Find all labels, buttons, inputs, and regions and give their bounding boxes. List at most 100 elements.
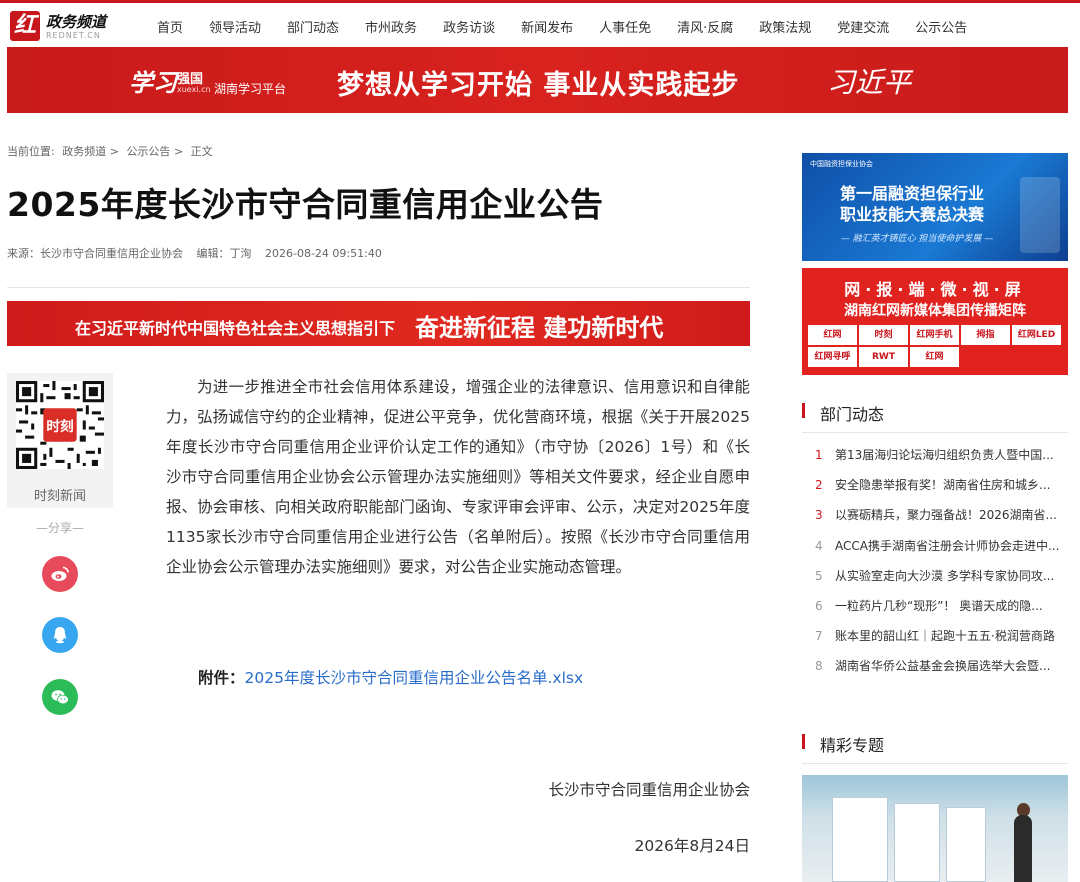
news-headline: 从实验室走向大沙漠 多学科专家协同攻... (835, 568, 1055, 583)
brand-logo: 红网寻呼 (808, 347, 857, 367)
qr-code-label: 时刻新闻 (33, 489, 86, 504)
ad2-subtitle: 湖南红网新媒体集团传播矩阵 (844, 303, 1026, 319)
news-headline: 安全隐患举报有奖！湖南省住房和城乡... (835, 478, 1051, 493)
dept-news-heading: 部门动态 (802, 401, 884, 425)
news-headline: 第13届海归论坛海归组织负责人暨中国... (835, 448, 1054, 462)
list-item[interactable]: 2 安全隐患举报有奖！湖南省住房和城乡... (815, 476, 1065, 506)
brand-logo: 时刻 (859, 325, 908, 345)
ad1-org: 中国融资担保业协会 (810, 160, 873, 168)
logo-title: 政务频道 (46, 13, 107, 31)
brand-logo: 红网 (808, 325, 857, 345)
breadcrumb-item-notices[interactable]: 公示公告 (126, 145, 170, 158)
article-title: 2025年度长沙市守合同重信用企业公告 (7, 185, 604, 224)
ad1-building-graphic (1020, 177, 1060, 253)
ad2-title: 网·报·端·微·视·屏 (844, 280, 1026, 299)
nav-item-anticorruption[interactable]: 清风·反腐 (677, 17, 733, 36)
xuexi-logo-url: xuexi.cn (177, 85, 211, 94)
brand-logo: 红网手机 (910, 325, 959, 345)
news-headline: 湖南省华侨公益基金会换届选举大会暨... (835, 659, 1051, 674)
qr-center-label: 时刻 (46, 418, 73, 435)
brand-logo: 红网 (910, 347, 959, 367)
person-figure (1014, 815, 1032, 882)
share-weibo-button[interactable] (42, 556, 78, 592)
logo-mark: 红 (10, 11, 40, 41)
exhibit-board (894, 803, 940, 882)
share-wechat-button[interactable] (42, 679, 78, 715)
ad1-headline-line1: 第一届融资担保行业 (839, 184, 984, 203)
banner-platform-name: 湖南学习平台 (214, 82, 287, 96)
ad1-headline-line2: 职业技能大赛总决赛 (839, 205, 984, 224)
list-item[interactable]: 4 ACCA携手湖南省注册会计师协会走进中... (815, 537, 1065, 567)
main-nav: 首页 领导活动 部门动态 市州政务 政务访谈 新闻发布 人事任免 清风·反腐 政… (157, 17, 993, 36)
ad-guarantee-contest[interactable]: 中国融资担保业协会 第一届融资担保行业 职业技能大赛总决赛 — 融汇英才铸匠心 … (802, 153, 1068, 261)
list-item[interactable]: 1 第13届海归论坛海归组织负责人暨中国... (815, 446, 1065, 476)
slogan-part-b: 奋进新征程 建功新时代 (415, 313, 664, 342)
nav-item-cities[interactable]: 市州政务 (365, 17, 417, 36)
featured-topics-title: 精彩专题 (820, 736, 885, 755)
nav-item-notices[interactable]: 公示公告 (915, 17, 967, 36)
article-signature: 长沙市守合同重信用企业协会 (548, 781, 750, 799)
qr-code-panel: 时刻 时刻新闻 (7, 373, 113, 508)
nav-item-personnel[interactable]: 人事任免 (599, 17, 651, 36)
nav-item-home[interactable]: 首页 (157, 17, 183, 36)
nav-item-departments[interactable]: 部门动态 (287, 17, 339, 36)
rank-number: 7 (815, 629, 823, 644)
site-logo[interactable]: 红 政务频道 REDNET.CN (10, 11, 120, 43)
article-meta: 来源：长沙市守合同重信用企业协会 编辑：丁洵 2026-08-24 09:51:… (7, 245, 392, 261)
featured-topic-image[interactable] (802, 775, 1068, 882)
breadcrumb-separator: > (173, 145, 184, 158)
news-headline: 以赛砺精兵，聚力强备战！2026湖南省... (835, 508, 1057, 523)
logo-subtitle: REDNET.CN (46, 31, 101, 40)
article-editor: 编辑：丁洵 (196, 247, 252, 260)
qq-icon (53, 627, 67, 644)
nav-item-party[interactable]: 党建交流 (837, 17, 889, 36)
nav-item-interviews[interactable]: 政务访谈 (443, 17, 495, 36)
qr-code-image: 时刻 (16, 381, 104, 469)
xuexi-script-logo: 学习 (129, 68, 177, 97)
dept-news-title: 部门动态 (820, 405, 885, 424)
wechat-icon (51, 690, 69, 705)
slogan-banner[interactable]: 在习近平新时代中国特色社会主义思想指引下 奋进新征程 建功新时代 (7, 301, 750, 346)
section-divider (802, 432, 1068, 433)
banner-signature: 习近平 (827, 66, 912, 99)
ad-media-matrix[interactable]: 网·报·端·微·视·屏 湖南红网新媒体集团传播矩阵 红网 时刻 红网手机 拇指 … (802, 268, 1068, 375)
banner-slogan: 梦想从学习开始 事业从实践起步 (337, 70, 740, 101)
list-item[interactable]: 3 以赛砺精兵，聚力强备战！2026湖南省... (815, 506, 1065, 536)
rank-number: 6 (815, 598, 823, 613)
brand-logo: 红网LED (1012, 325, 1061, 345)
brand-logo: RWT (859, 347, 908, 367)
article-body: 为进一步推进全市社会信用体系建设，增强企业的法律意识、信用意识和自律能力，弘扬诚… (166, 378, 750, 576)
share-qq-button[interactable] (42, 617, 78, 653)
weibo-icon (51, 566, 69, 581)
rank-number: 5 (815, 568, 823, 583)
dept-news-list: 1 第13届海归论坛海归组织负责人暨中国... 2 安全隐患举报有奖！湖南省住房和城… (815, 446, 1065, 688)
breadcrumb-prefix: 当前位置: (7, 145, 55, 158)
attachment-link[interactable]: 2025年度长沙市守合同重信用企业公告名单.xlsx (245, 669, 584, 687)
exhibit-board (832, 797, 888, 882)
news-headline: 一粒药片几秒“现形”！ 奥谱天成的隐... (835, 598, 1043, 613)
list-item[interactable]: 8 湖南省华侨公益基金会换届选举大会暨... (815, 657, 1065, 687)
list-item[interactable]: 5 从实验室走向大沙漠 多学科专家协同攻... (815, 567, 1065, 597)
slogan-part-a: 在习近平新时代中国特色社会主义思想指引下 (75, 319, 396, 338)
article-time: 2026-08-24 09:51:40 (265, 247, 382, 260)
top-header: 红 政务频道 REDNET.CN 首页 领导活动 部门动态 市州政务 政务访谈 … (0, 0, 1080, 46)
ad2-brand-grid: 红网 时刻 红网手机 拇指 红网LED 红网寻呼 RWT 红网 (807, 324, 1063, 368)
breadcrumb-item-current: 正文 (190, 145, 213, 158)
divider (7, 287, 750, 288)
breadcrumb-item-channel[interactable]: 政务频道 (62, 145, 106, 158)
ad1-headline: 第一届融资担保行业 职业技能大赛总决赛 (802, 183, 1022, 225)
list-item[interactable]: 6 一粒药片几秒“现形”！ 奥谱天成的隐... (815, 597, 1065, 627)
rank-number: 1 (815, 448, 823, 462)
breadcrumb: 当前位置: 政务频道 > 公示公告 > 正文 (7, 143, 217, 159)
nav-item-leaders[interactable]: 领导活动 (209, 17, 261, 36)
news-headline: ACCA携手湖南省注册会计师协会走进中... (835, 538, 1060, 553)
breadcrumb-separator: > (109, 145, 119, 158)
exhibit-board (946, 807, 986, 882)
article-source: 来源：长沙市守合同重信用企业协会 (7, 247, 183, 260)
list-item[interactable]: 7 账本里的韶山红｜起跑十五五·税润营商路 (815, 627, 1065, 657)
nav-item-policy[interactable]: 政策法规 (759, 17, 811, 36)
news-headline: 账本里的韶山红｜起跑十五五·税润营商路 (835, 629, 1055, 644)
nav-item-press[interactable]: 新闻发布 (521, 17, 573, 36)
top-banner[interactable]: 学习 强国 xuexi.cn 湖南学习平台 梦想从学习开始 事业从实践起步 习近… (7, 47, 1068, 113)
rank-number: 3 (815, 508, 823, 523)
